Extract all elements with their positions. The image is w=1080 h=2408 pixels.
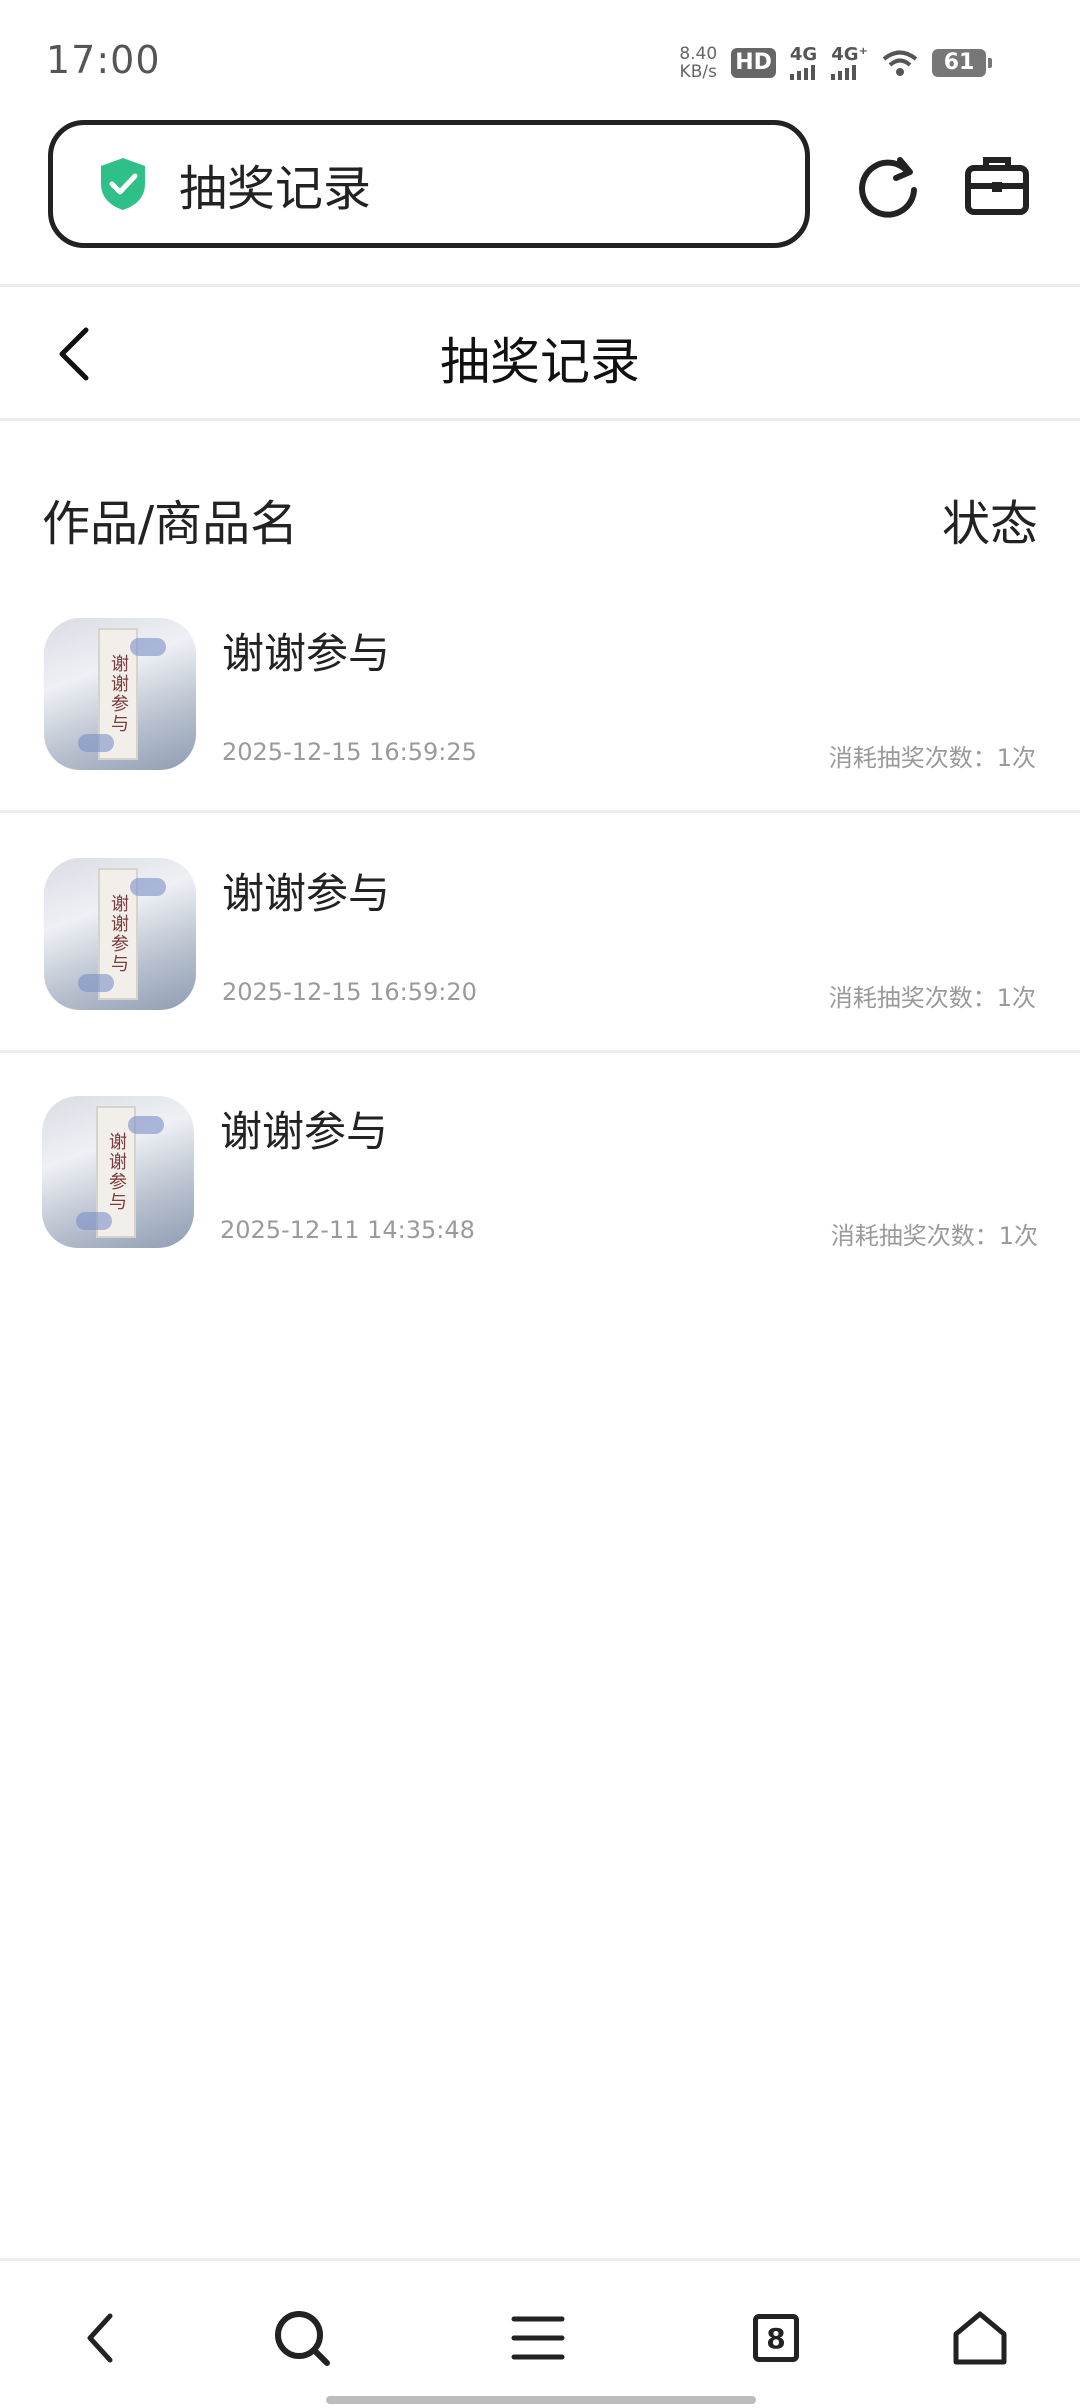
chevron-left-icon — [87, 2313, 113, 2363]
prize-thumbnail: 谢谢参与 — [44, 618, 196, 770]
menu-icon — [511, 2316, 565, 2360]
hd-icon: HD — [731, 48, 776, 78]
record-cost: 消耗抽奖次数：1次 — [828, 984, 1036, 1012]
wifi-icon — [882, 50, 918, 76]
nav-back-button[interactable] — [64, 2302, 136, 2374]
column-status-header: 状态 — [941, 496, 1038, 552]
battery-icon: 61 — [932, 49, 992, 77]
chevron-left-icon[interactable] — [50, 322, 100, 386]
page-title: 抽奖记录 — [440, 333, 640, 391]
row-divider — [0, 810, 1080, 813]
address-text: 抽奖记录 — [179, 161, 372, 217]
bottom-divider — [0, 2258, 1080, 2261]
record-title: 谢谢参与 — [222, 869, 391, 918]
network-speed: 8.40 KB/s — [679, 44, 718, 82]
home-icon — [953, 2311, 1007, 2365]
nav-menu-button[interactable] — [502, 2302, 574, 2374]
toolbox-icon[interactable] — [962, 150, 1032, 220]
record-date: 2025-12-11 14:35:48 — [220, 1216, 475, 1244]
record-title: 谢谢参与 — [220, 1107, 389, 1156]
list-item[interactable]: 谢谢参与 谢谢参与 2025-12-15 16:59:25 消耗抽奖次数：1次 — [0, 578, 1080, 814]
nav-home-button[interactable] — [944, 2302, 1016, 2374]
search-icon — [275, 2311, 330, 2366]
record-date: 2025-12-15 16:59:25 — [222, 738, 477, 766]
status-icons: 8.40 KB/s HD 4G 4G⁺ 61 — [679, 40, 992, 86]
divider — [0, 418, 1080, 421]
signal-sim2-icon: 4G⁺ — [831, 46, 868, 80]
list-item[interactable]: 谢谢参与 谢谢参与 2025-12-15 16:59:20 消耗抽奖次数：1次 — [0, 818, 1080, 1054]
nav-search-button[interactable] — [266, 2302, 338, 2374]
address-bar[interactable]: 抽奖记录 — [48, 120, 810, 248]
row-divider — [0, 1050, 1080, 1053]
column-name-header: 作品/商品名 — [42, 496, 299, 552]
home-indicator[interactable] — [326, 2396, 756, 2404]
tabs-count: 8 — [753, 2314, 799, 2362]
refresh-icon[interactable] — [852, 150, 924, 222]
nav-tabs-button[interactable]: 8 — [740, 2302, 812, 2374]
record-cost: 消耗抽奖次数：1次 — [830, 1222, 1038, 1250]
record-date: 2025-12-15 16:59:20 — [222, 978, 477, 1006]
prize-thumbnail: 谢谢参与 — [42, 1096, 194, 1248]
status-time: 17:00 — [46, 38, 161, 82]
signal-sim1-icon: 4G — [789, 46, 817, 80]
list-item[interactable]: 谢谢参与 谢谢参与 2025-12-11 14:35:48 消耗抽奖次数：1次 — [0, 1056, 1080, 1292]
prize-thumbnail: 谢谢参与 — [44, 858, 196, 1010]
divider — [0, 284, 1080, 287]
record-title: 谢谢参与 — [222, 629, 391, 678]
record-cost: 消耗抽奖次数：1次 — [828, 744, 1036, 772]
shield-check-icon — [101, 158, 145, 210]
